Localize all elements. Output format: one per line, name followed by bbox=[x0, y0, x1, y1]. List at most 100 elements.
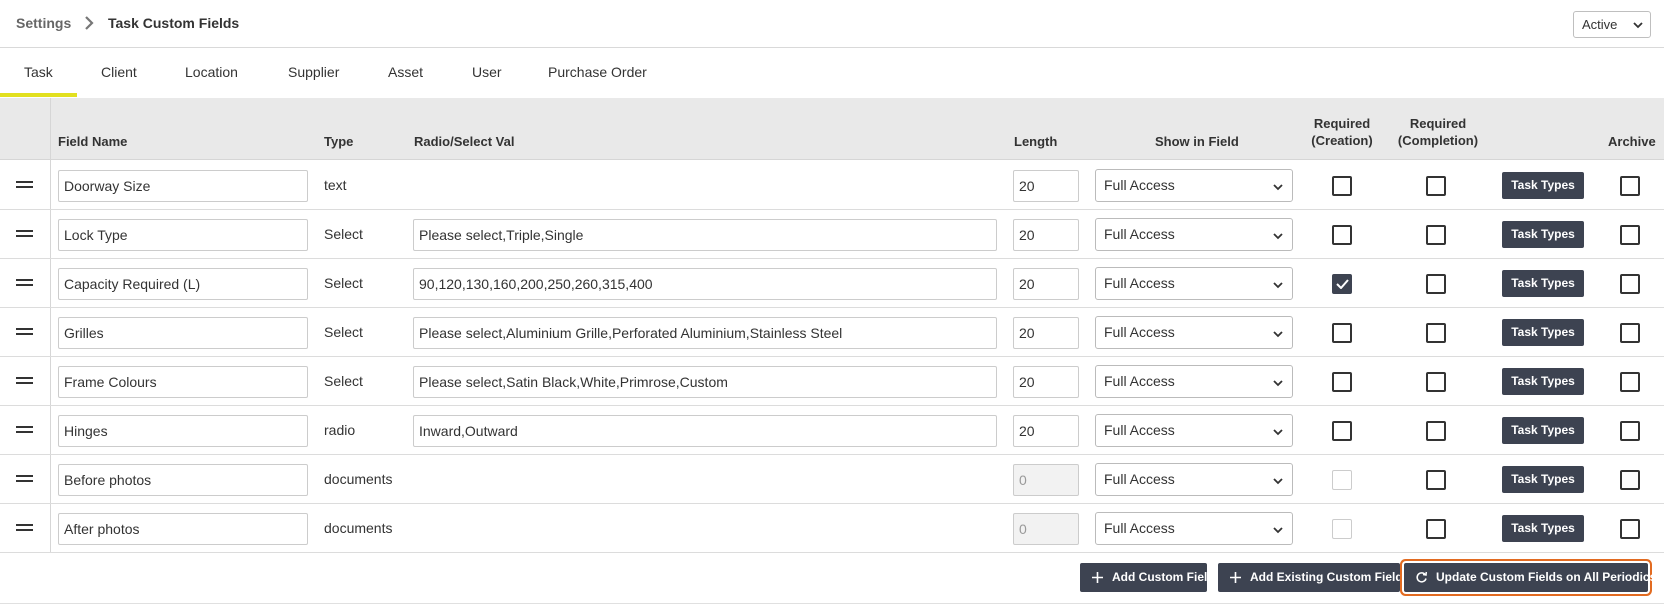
field-length-input[interactable]: 20 bbox=[1013, 317, 1079, 349]
field-type: Select bbox=[324, 324, 363, 340]
drag-handle-icon[interactable] bbox=[16, 524, 33, 532]
show-in-field-value: Full Access bbox=[1104, 520, 1175, 536]
drag-handle-icon[interactable] bbox=[16, 426, 33, 434]
required-creation-checkbox[interactable] bbox=[1332, 274, 1352, 294]
field-length-input: 0 bbox=[1013, 513, 1079, 545]
column-header-field-name: Field Name bbox=[58, 134, 128, 149]
status-filter-select[interactable]: Active bbox=[1573, 11, 1651, 38]
field-values-input[interactable]: 90,120,130,160,200,250,260,315,400 bbox=[413, 268, 997, 300]
tab-location[interactable]: Location bbox=[185, 64, 238, 80]
show-in-field-value: Full Access bbox=[1104, 324, 1175, 340]
table-row: Grilles Select Please select,Aluminium Gri… bbox=[0, 308, 1664, 357]
drag-handle-icon[interactable] bbox=[16, 279, 33, 287]
required-completion-checkbox[interactable] bbox=[1426, 323, 1446, 343]
show-in-field-select[interactable]: Full Access bbox=[1095, 463, 1293, 496]
required-completion-checkbox[interactable] bbox=[1426, 470, 1446, 490]
show-in-field-select[interactable]: Full Access bbox=[1095, 365, 1293, 398]
task-types-button[interactable]: Task Types bbox=[1502, 172, 1584, 199]
task-types-button[interactable]: Task Types bbox=[1502, 515, 1584, 542]
field-length-input[interactable]: 20 bbox=[1013, 415, 1079, 447]
required-completion-checkbox[interactable] bbox=[1426, 372, 1446, 392]
field-values-input[interactable]: Please select,Aluminium Grille,Perforate… bbox=[413, 317, 997, 349]
show-in-field-value: Full Access bbox=[1104, 177, 1175, 193]
drag-handle-icon[interactable] bbox=[16, 230, 33, 238]
column-header-required-completion: Required (Completion) bbox=[1397, 116, 1479, 148]
update-custom-fields-periodics-button[interactable]: Update Custom Fields on All Periodics bbox=[1404, 563, 1656, 592]
archive-checkbox[interactable] bbox=[1620, 323, 1640, 343]
drag-handle-icon[interactable] bbox=[16, 328, 33, 336]
field-length-input[interactable]: 20 bbox=[1013, 219, 1079, 251]
field-type: Select bbox=[324, 226, 363, 242]
archive-checkbox[interactable] bbox=[1620, 372, 1640, 392]
required-completion-checkbox[interactable] bbox=[1426, 225, 1446, 245]
required-creation-checkbox[interactable] bbox=[1332, 323, 1352, 343]
field-name-input[interactable]: Doorway Size bbox=[58, 170, 308, 202]
table-header: Field Name Type Radio/Select Val Length … bbox=[0, 98, 1664, 160]
show-in-field-select[interactable]: Full Access bbox=[1095, 316, 1293, 349]
field-name-input[interactable]: Capacity Required (L) bbox=[58, 268, 308, 300]
required-creation-checkbox[interactable] bbox=[1332, 225, 1352, 245]
field-name-input[interactable]: After photos bbox=[58, 513, 308, 545]
field-values-input[interactable]: Please select,Triple,Single bbox=[413, 219, 997, 251]
required-creation-checkbox bbox=[1332, 470, 1352, 490]
show-in-field-select[interactable]: Full Access bbox=[1095, 414, 1293, 447]
field-length-input[interactable]: 20 bbox=[1013, 170, 1079, 202]
field-name-input[interactable]: Before photos bbox=[58, 464, 308, 496]
show-in-field-value: Full Access bbox=[1104, 373, 1175, 389]
archive-checkbox[interactable] bbox=[1620, 274, 1640, 294]
required-creation-checkbox[interactable] bbox=[1332, 372, 1352, 392]
page-title: Task Custom Fields bbox=[108, 15, 240, 31]
tab-supplier[interactable]: Supplier bbox=[288, 64, 339, 80]
field-values-input[interactable]: Inward,Outward bbox=[413, 415, 997, 447]
column-header-archive: Archive bbox=[1608, 134, 1656, 149]
drag-handle-icon[interactable] bbox=[16, 475, 33, 483]
field-values-input[interactable]: Please select,Satin Black,White,Primrose… bbox=[413, 366, 997, 398]
task-types-button[interactable]: Task Types bbox=[1502, 368, 1584, 395]
field-length-input[interactable]: 20 bbox=[1013, 366, 1079, 398]
status-filter-value: Active bbox=[1582, 17, 1618, 32]
column-header-values: Radio/Select Val bbox=[414, 134, 515, 149]
add-custom-field-button[interactable]: Add Custom Field bbox=[1080, 563, 1215, 592]
tab-task[interactable]: Task bbox=[24, 64, 53, 80]
archive-checkbox[interactable] bbox=[1620, 225, 1640, 245]
breadcrumb-settings-link[interactable]: Settings bbox=[16, 15, 71, 31]
checkmark-icon bbox=[1336, 279, 1349, 289]
drag-handle-icon[interactable] bbox=[16, 377, 33, 385]
archive-checkbox[interactable] bbox=[1620, 176, 1640, 196]
drag-handle-icon[interactable] bbox=[16, 181, 33, 189]
required-creation-checkbox[interactable] bbox=[1332, 421, 1352, 441]
task-types-button[interactable]: Task Types bbox=[1502, 319, 1584, 346]
required-completion-checkbox[interactable] bbox=[1426, 274, 1446, 294]
show-in-field-select[interactable]: Full Access bbox=[1095, 512, 1293, 545]
show-in-field-select[interactable]: Full Access bbox=[1095, 169, 1293, 202]
field-name-input[interactable]: Lock Type bbox=[58, 219, 308, 251]
tab-client[interactable]: Client bbox=[101, 64, 137, 80]
archive-checkbox[interactable] bbox=[1620, 470, 1640, 490]
task-types-button[interactable]: Task Types bbox=[1502, 417, 1584, 444]
field-type: Select bbox=[324, 275, 363, 291]
divider bbox=[0, 603, 1664, 604]
field-name-input[interactable]: Grilles bbox=[58, 317, 308, 349]
field-name-input[interactable]: Frame Colours bbox=[58, 366, 308, 398]
required-completion-checkbox[interactable] bbox=[1426, 519, 1446, 539]
show-in-field-value: Full Access bbox=[1104, 471, 1175, 487]
task-types-button[interactable]: Task Types bbox=[1502, 221, 1584, 248]
task-types-button[interactable]: Task Types bbox=[1502, 466, 1584, 493]
required-completion-checkbox[interactable] bbox=[1426, 421, 1446, 441]
chevron-down-icon bbox=[1273, 282, 1283, 289]
field-type: text bbox=[324, 177, 347, 193]
tab-purchase-order[interactable]: Purchase Order bbox=[548, 64, 647, 80]
archive-checkbox[interactable] bbox=[1620, 519, 1640, 539]
show-in-field-select[interactable]: Full Access bbox=[1095, 267, 1293, 300]
tab-asset[interactable]: Asset bbox=[388, 64, 423, 80]
field-name-input[interactable]: Hinges bbox=[58, 415, 308, 447]
task-types-button[interactable]: Task Types bbox=[1502, 270, 1584, 297]
tab-user[interactable]: User bbox=[472, 64, 502, 80]
field-length-input[interactable]: 20 bbox=[1013, 268, 1079, 300]
show-in-field-select[interactable]: Full Access bbox=[1095, 218, 1293, 251]
archive-checkbox[interactable] bbox=[1620, 421, 1640, 441]
required-completion-checkbox[interactable] bbox=[1426, 176, 1446, 196]
add-existing-custom-field-button[interactable]: Add Existing Custom Field bbox=[1218, 563, 1403, 592]
required-creation-checkbox[interactable] bbox=[1332, 176, 1352, 196]
chevron-down-icon bbox=[1273, 527, 1283, 534]
